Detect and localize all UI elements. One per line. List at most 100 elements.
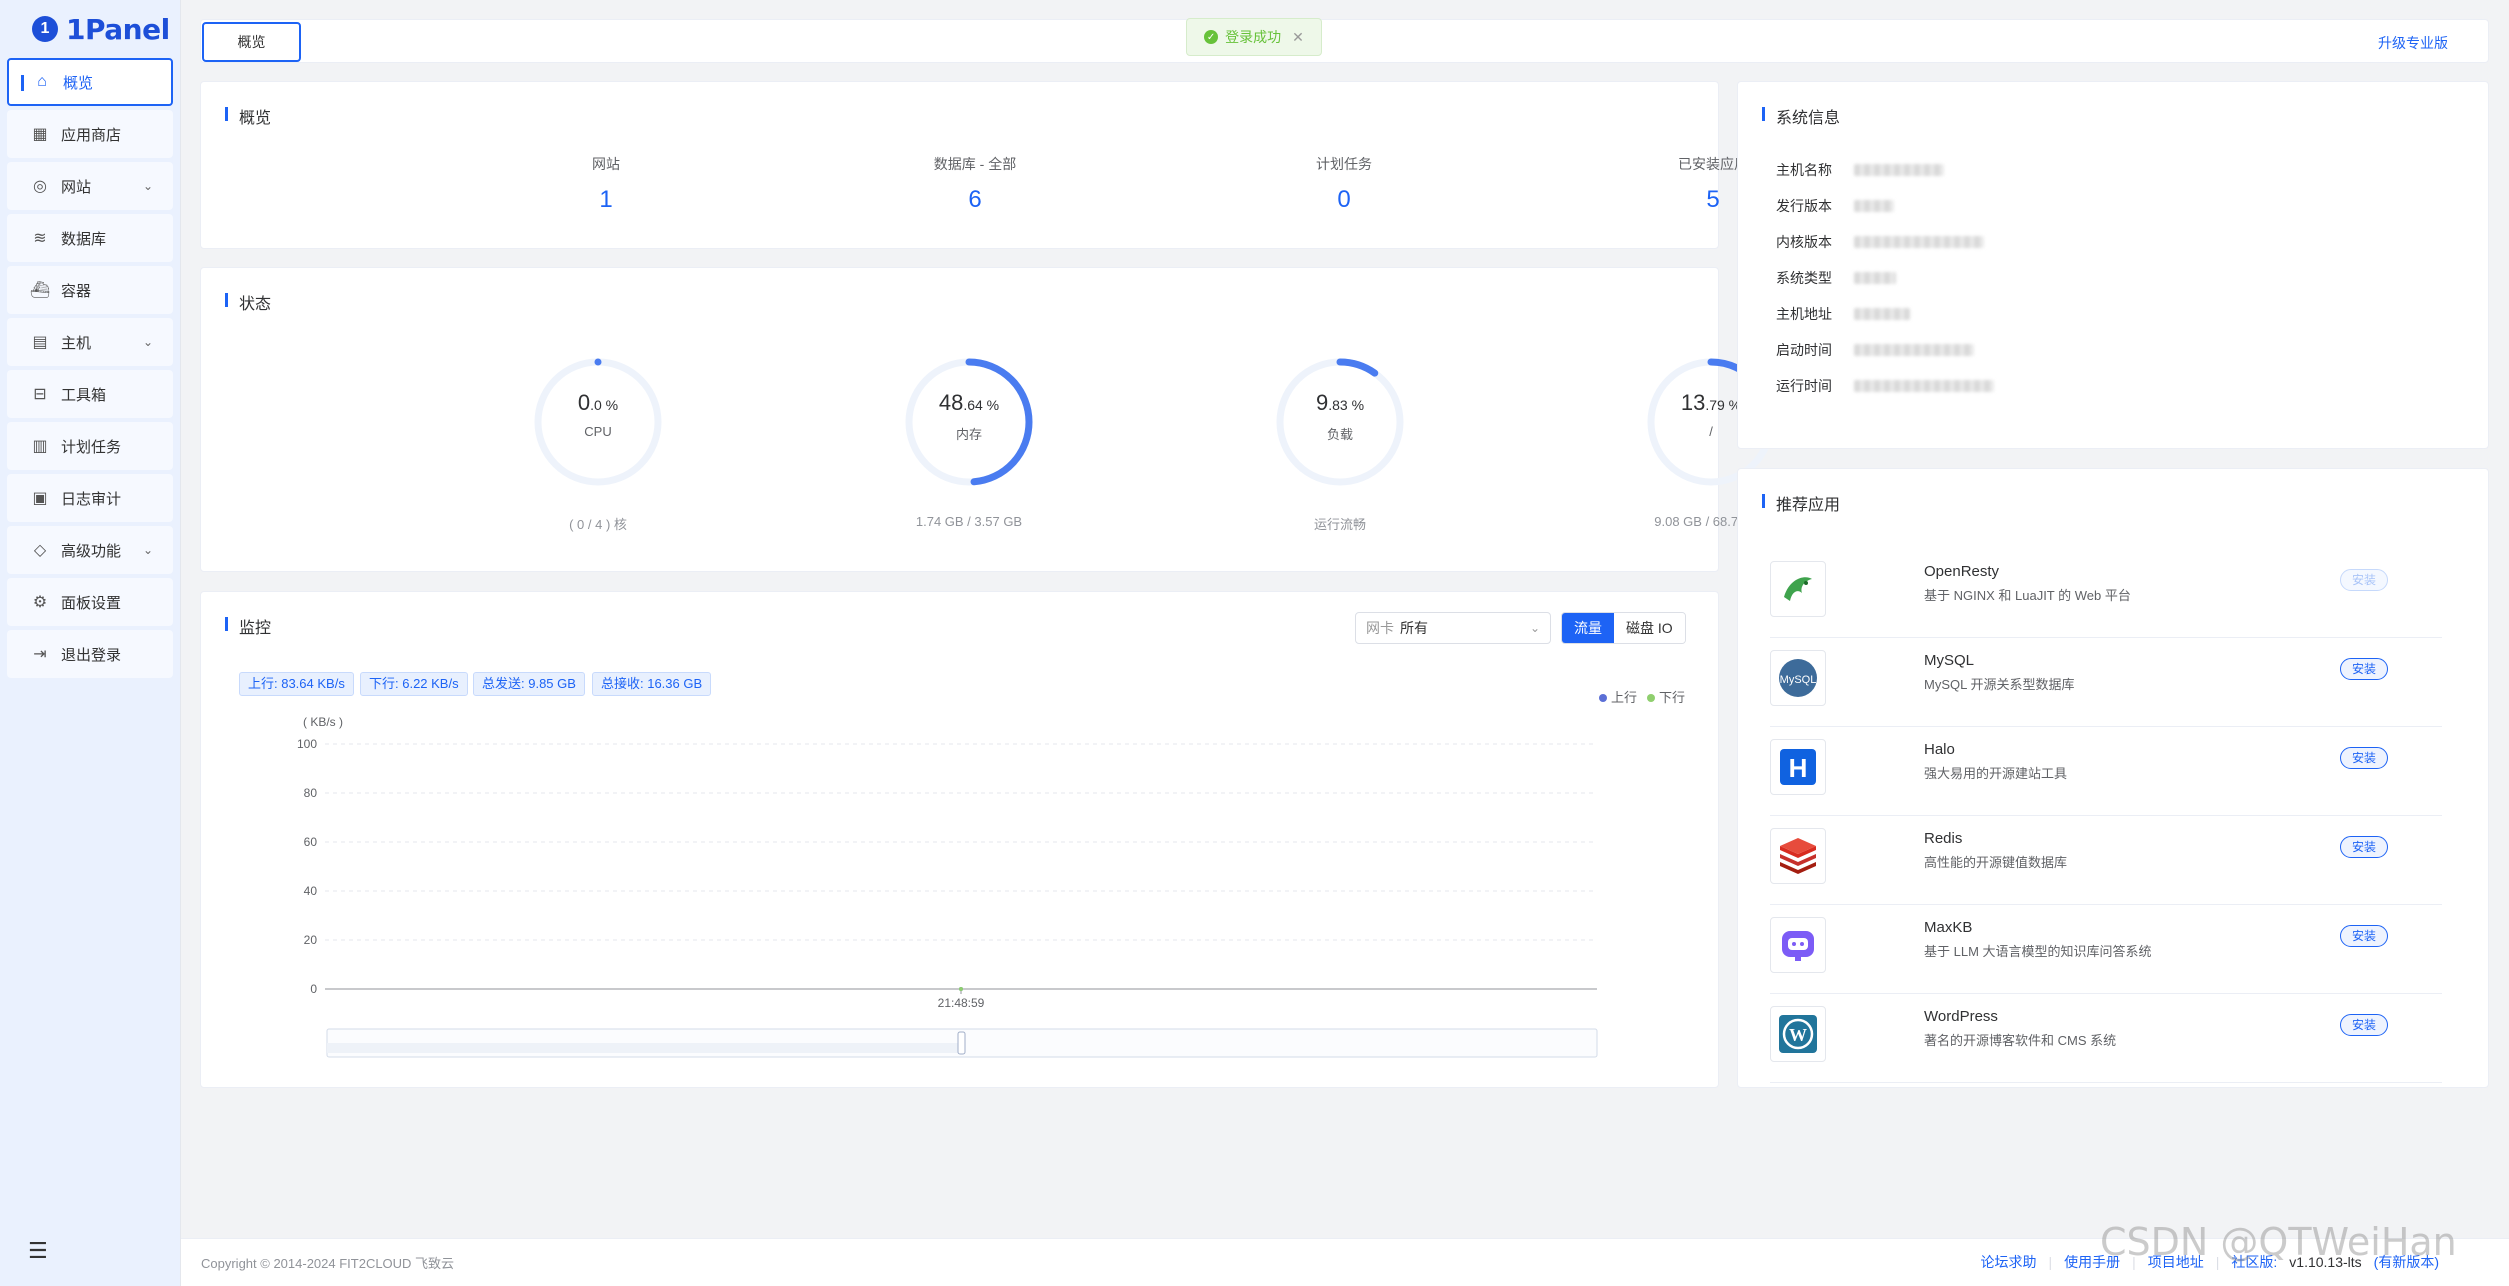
chevron-down-icon: ⌄ [1529, 621, 1540, 635]
series-point [959, 987, 963, 991]
disk-io-button[interactable]: 磁盘 IO [1614, 613, 1685, 643]
chevron-down-icon: ⌄ [142, 335, 153, 349]
sidebar-item-1[interactable]: ▦ 应用商店 [7, 110, 173, 158]
app-description: MySQL 开源关系型数据库 [1924, 677, 2075, 692]
close-icon[interactable]: ✕ [1292, 29, 1304, 46]
app-row[interactable]: Redis 高性能的开源键值数据库 安装 [1770, 816, 2442, 905]
calendar-icon: ▥ [32, 438, 48, 455]
gauge-label: CPU [584, 424, 612, 439]
sidebar-item-6[interactable]: ⊟ 工具箱 [7, 370, 173, 418]
gauge-value-int: 48 [938, 390, 964, 415]
sidebar-item-11[interactable]: ⇥ 退出登录 [7, 630, 173, 678]
overview-cronjobs[interactable]: 计划任务 0 [1274, 154, 1414, 214]
system-info-key: 主机名称 [1776, 162, 1832, 178]
gauge-subtext: 1.74 GB / 3.57 GB [915, 514, 1023, 529]
success-icon: ✓ [1204, 30, 1219, 44]
forum-link[interactable]: 论坛求助 [1980, 1252, 2036, 1272]
gauge-subtext: ( 0 / 4 ) 核 [569, 517, 627, 532]
status-card: 状态 0.0 % CPU ( 0 / 4 ) 核 48.64 % 内存 1.74 GB /… [200, 267, 1775, 572]
sidebar-item-7[interactable]: ▥ 计划任务 [7, 422, 173, 470]
divider: | [2048, 1254, 2053, 1270]
chevron-down-icon: ⌄ [142, 179, 153, 193]
gauge-value-int: 13 [1680, 390, 1706, 415]
gauge-ring [1276, 358, 1404, 486]
toast-message: 登录成功 [1225, 29, 1282, 45]
system-info-key: 内核版本 [1776, 234, 1832, 250]
gauge-value-dec: .79 % [1705, 397, 1742, 413]
status-gauge[interactable]: 48.64 % 内存 1.74 GB / 3.57 GB [899, 352, 1039, 529]
app-name: Halo [1924, 741, 1955, 758]
app-row[interactable]: W WordPress 著名的开源博客软件和 CMS 系统 安装 [1770, 994, 2442, 1083]
overview-title: 概览 [225, 104, 271, 128]
stat-tag: 下行: 6.22 KB/s [360, 672, 468, 696]
globe-icon: ◎ [33, 178, 47, 195]
legend-down[interactable]: 下行 [1647, 687, 1685, 706]
openresty-icon [1770, 561, 1826, 617]
install-button[interactable]: 安装 [2340, 1014, 2388, 1036]
app-name: Redis [1924, 830, 1963, 847]
system-info-key: 主机地址 [1776, 306, 1832, 322]
sidebar-item-4[interactable]: ⛴ 容器 [7, 266, 173, 314]
install-button[interactable]: 安装 [2340, 747, 2388, 769]
logo[interactable]: 1 1Panel [0, 0, 180, 58]
zoom-slider-fill [327, 1043, 962, 1053]
sidebar-item-2[interactable]: ◎ 网站 ⌄ [7, 162, 173, 210]
system-info-key: 运行时间 [1776, 378, 1832, 394]
gauge-label: 内存 [955, 427, 982, 442]
y-tick-label: 20 [304, 933, 318, 947]
app-row[interactable]: MySQL MySQL MySQL 开源关系型数据库 安装 [1770, 638, 2442, 727]
gear-icon: ⚙ [32, 594, 48, 611]
gauge-subtext: 运行流畅 [1313, 517, 1366, 532]
tab-overview[interactable]: 概览 [202, 22, 301, 62]
y-tick-label: 80 [304, 786, 318, 800]
sidebar-item-9[interactable]: ◇ 高级功能 ⌄ [7, 526, 173, 574]
sidebar-item-3[interactable]: ≋ 数据库 [7, 214, 173, 262]
monitor-type-toggle: 流量 磁盘 IO [1561, 612, 1686, 644]
redacted-value [1854, 236, 1984, 248]
install-button[interactable]: 安装 [2340, 925, 2388, 947]
monitor-title: 监控 [225, 614, 271, 638]
system-info-key: 启动时间 [1776, 342, 1832, 358]
logo-text: 1Panel [66, 12, 170, 46]
gauge-value: 0.0 % [528, 390, 668, 416]
stat-tag: 上行: 83.64 KB/s [239, 672, 354, 696]
gauge-label: 负载 [1326, 427, 1353, 442]
system-info-row: 发行版本 [1776, 196, 1894, 216]
app-row[interactable]: MaxKB 基于 LLM 大语言模型的知识库问答系统 安装 [1770, 905, 2442, 994]
overview-databases[interactable]: 数据库 - 全部 6 [905, 154, 1045, 214]
status-gauge[interactable]: 9.83 % 负载 运行流畅 [1270, 352, 1410, 533]
sidebar-item-label: 概览 [63, 74, 94, 92]
overview-websites[interactable]: 网站 1 [536, 154, 676, 214]
logout-icon: ⇥ [33, 646, 47, 663]
y-tick-label: 0 [310, 982, 317, 996]
app-description: 基于 NGINX 和 LuaJIT 的 Web 平台 [1924, 588, 2131, 603]
app-row[interactable]: OpenResty 基于 NGINX 和 LuaJIT 的 Web 平台 安装 [1770, 549, 2442, 638]
gauge-ring [534, 358, 662, 486]
stat-tag: 总发送: 9.85 GB [473, 672, 585, 696]
app-name: MaxKB [1924, 919, 1973, 936]
sidebar-item-8[interactable]: ▣ 日志审计 [7, 474, 173, 522]
collapse-menu-icon[interactable]: ☰ [28, 1238, 48, 1264]
nic-select[interactable]: 网卡 所有 ⌄ [1355, 612, 1551, 644]
sidebar-item-10[interactable]: ⚙ 面板设置 [7, 578, 173, 626]
svg-text:H: H [1789, 753, 1808, 783]
upgrade-pro-link[interactable]: 升级专业版 [2378, 33, 2448, 53]
legend-label: 下行 [1659, 690, 1686, 705]
sidebar-item-label: 面板设置 [61, 594, 122, 612]
legend-up[interactable]: 上行 [1599, 687, 1637, 706]
redacted-value [1854, 380, 1994, 392]
traffic-button[interactable]: 流量 [1562, 613, 1614, 643]
install-button[interactable]: 安装 [2340, 836, 2388, 858]
sidebar-item-label: 高级功能 [61, 542, 122, 560]
maxkb-icon [1770, 917, 1826, 973]
system-info-row: 主机名称 [1776, 160, 1944, 180]
sidebar-item-0[interactable]: ⌂ 概览 [7, 58, 173, 106]
y-tick-label: 60 [304, 835, 318, 849]
legend-dot [1599, 694, 1607, 702]
install-button: 安装 [2340, 569, 2388, 591]
status-gauge[interactable]: 0.0 % CPU ( 0 / 4 ) 核 [528, 352, 668, 533]
system-info-key: 系统类型 [1776, 270, 1832, 286]
sidebar-item-5[interactable]: ▤ 主机 ⌄ [7, 318, 173, 366]
install-button[interactable]: 安装 [2340, 658, 2388, 680]
app-row[interactable]: H Halo 强大易用的开源建站工具 安装 [1770, 727, 2442, 816]
